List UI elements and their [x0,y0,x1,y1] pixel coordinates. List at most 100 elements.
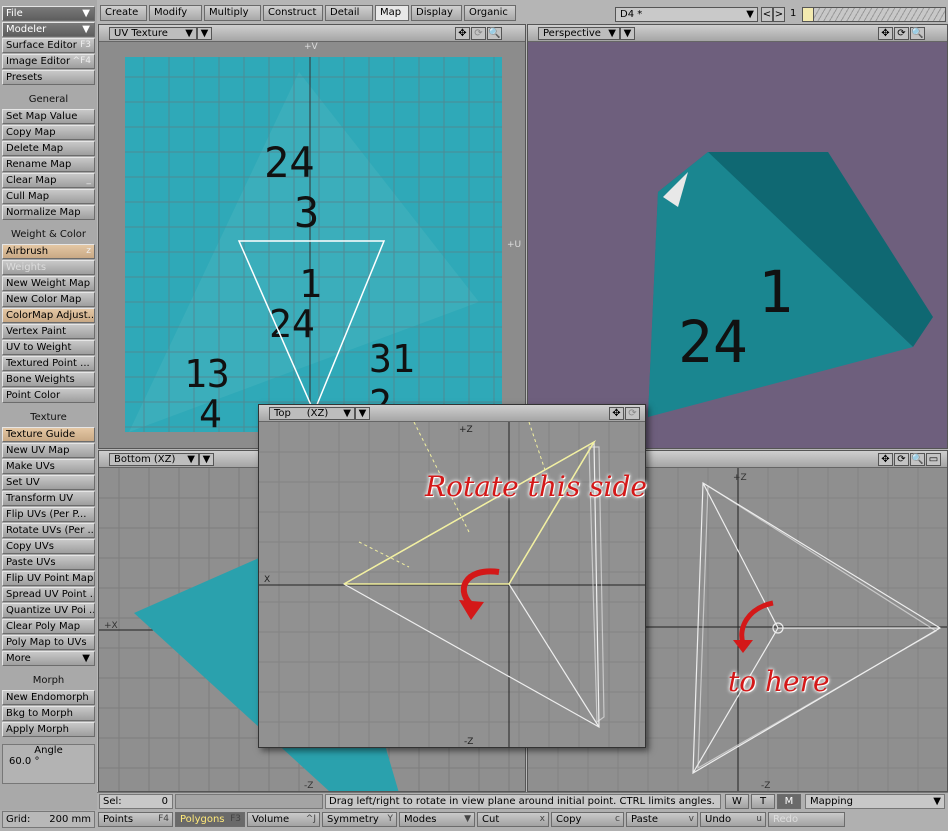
viewport-options-icon[interactable]: ▼ [197,27,212,40]
sidebar-item-file[interactable]: File ▼ [2,6,95,21]
sidebar-item-copy-map[interactable]: Copy Map [2,125,95,140]
top-popup-viewport[interactable]: Top (XZ) ▼ ▼ ✥ ⟳ +Z -Z X [258,404,646,748]
sidebar-item-rotate-uvs-per[interactable]: Rotate UVs (Per ... [2,523,95,538]
sidebar-item-flip-uvs-per-p[interactable]: Flip UVs (Per P... [2,507,95,522]
sidebar-item-apply-morph[interactable]: Apply Morph [2,722,95,737]
mode-t-button[interactable]: T [751,794,775,809]
zoom-view-icon[interactable]: 🔍 [487,27,502,40]
object-select[interactable]: D4 * ▼ [615,7,758,22]
viewport-options-icon[interactable]: ▼ [620,27,635,40]
sidebar-item-clear-poly-map[interactable]: Clear Poly Map [2,619,95,634]
tab-organic[interactable]: Organic [464,5,516,21]
view-type-dropdown[interactable]: UV Texture ▼ [109,27,197,40]
sidebar-item-more[interactable]: More ▼ [2,651,95,666]
tab-detail[interactable]: Detail [325,5,373,21]
zoom-view-icon[interactable]: 🔍 [910,27,925,40]
move-view-icon[interactable]: ✥ [878,27,893,40]
sidebar-item-set-map-value[interactable]: Set Map Value [2,109,95,124]
sidebar-item-vertex-paint[interactable]: Vertex Paint [2,324,95,339]
sidebar-item-textured-point[interactable]: Textured Point ... [2,356,95,371]
button-label: Paste [631,814,658,825]
axis-label-x: X [264,575,270,585]
sidebar-item-normalize-map[interactable]: Normalize Map [2,205,95,220]
sidebar-item-label: Weights [6,262,47,273]
sidebar-item-new-color-map[interactable]: New Color Map [2,292,95,307]
mapping-dropdown[interactable]: Mapping ▼ [805,794,945,809]
rotate-view-icon[interactable]: ⟳ [894,27,909,40]
sidebar-item-clear-map[interactable]: Clear Map _ [2,173,95,188]
button-label: Modes [404,814,437,825]
move-view-icon[interactable]: ✥ [455,27,470,40]
sidebar-item-airbrush[interactable]: Airbrush z [2,244,95,259]
rotate-view-icon[interactable]: ⟳ [625,407,640,420]
sidebar-item-image-editor[interactable]: Image Editor ^F4 [2,54,95,69]
sidebar-item-new-uv-map[interactable]: New UV Map [2,443,95,458]
mode-m-button[interactable]: M [777,794,801,809]
move-view-icon[interactable]: ✥ [609,407,624,420]
mode-w-button[interactable]: W [725,794,749,809]
sidebar-item-set-uv[interactable]: Set UV [2,475,95,490]
sidebar-item-weights: Weights [2,260,95,275]
chevron-down-icon: ▼ [82,653,90,664]
sidebar-item-surface-editor[interactable]: Surface Editor F3 [2,38,95,53]
cut-button[interactable]: Cut x [477,812,549,827]
next-object-button[interactable]: > [773,7,785,22]
sidebar-item-label: Poly Map to UVs [6,637,87,648]
sidebar-item-new-weight-map[interactable]: New Weight Map [2,276,95,291]
tab-display[interactable]: Display [411,5,462,21]
sidebar-item-rename-map[interactable]: Rename Map [2,157,95,172]
view-type-dropdown[interactable]: Bottom (XZ) ▼ [109,453,199,466]
view-type-dropdown[interactable]: Top (XZ) ▼ [269,407,355,420]
view-type-dropdown[interactable]: Perspective ▼ [538,27,620,40]
sidebar-item-flip-uv-point-map[interactable]: Flip UV Point Map [2,571,95,586]
sidebar-item-presets[interactable]: Presets [2,70,95,85]
sidebar-item-bkg-to-morph[interactable]: Bkg to Morph [2,706,95,721]
tab-map[interactable]: Map [375,5,409,21]
sidebar-item-cull-map[interactable]: Cull Map [2,189,95,204]
sidebar-item-colormap-adjust[interactable]: ColorMap Adjust... [2,308,95,323]
sidebar-item-new-endomorph[interactable]: New Endomorph [2,690,95,705]
sidebar-item-point-color[interactable]: Point Color [2,388,95,403]
tab-construct[interactable]: Construct [263,5,323,21]
points-button[interactable]: Points F4 [98,812,173,827]
tab-modify[interactable]: Modify [149,5,202,21]
rotate-view-icon[interactable]: ⟳ [471,27,486,40]
undo-button[interactable]: Undo u [700,812,766,827]
polygons-button[interactable]: Polygons F3 [175,812,245,827]
perspective-viewport[interactable]: Perspective ▼ ▼ ✥ ⟳ 🔍 1 24 [527,24,948,449]
maximize-view-icon[interactable]: ▭ [926,453,941,466]
sidebar-item-texture-guide[interactable]: Texture Guide [2,427,95,442]
move-view-icon[interactable]: ✥ [878,453,893,466]
sidebar-item-quantize-uv-poi[interactable]: Quantize UV Poi ... [2,603,95,618]
modes-button[interactable]: Modes ▼ [399,812,475,827]
viewport-options-icon[interactable]: ▼ [199,453,214,466]
volume-button[interactable]: Volume ^J [247,812,320,827]
section-heading: General [28,94,69,105]
sidebar-item-delete-map[interactable]: Delete Map [2,141,95,156]
sidebar-item-bone-weights[interactable]: Bone Weights [2,372,95,387]
sidebar-item-poly-map-to-uvs[interactable]: Poly Map to UVs [2,635,95,650]
symmetry-button[interactable]: Symmetry Y [322,812,397,827]
viewport-options-icon[interactable]: ▼ [355,407,370,420]
layer-buttons[interactable] [802,7,946,22]
wtm-buttons[interactable]: WTM [725,794,803,809]
shortcut-key: Y [387,814,394,824]
tab-create[interactable]: Create [100,5,147,21]
rotate-view-icon[interactable]: ⟳ [894,453,909,466]
angle-field[interactable]: Angle 60.0 ° [2,744,95,784]
sidebar-item-transform-uv[interactable]: Transform UV [2,491,95,506]
sidebar-item-make-uvs[interactable]: Make UVs [2,459,95,474]
sidebar-item-spread-uv-point[interactable]: Spread UV Point ... [2,587,95,602]
sidebar-item-uv-to-weight[interactable]: UV to Weight [2,340,95,355]
paste-button[interactable]: Paste v [626,812,698,827]
zoom-view-icon[interactable]: 🔍 [910,453,925,466]
svg-text:1: 1 [758,258,793,326]
tab-multiply[interactable]: Multiply [204,5,261,21]
prev-object-button[interactable]: < [761,7,773,22]
sidebar-item-label: File [6,8,23,19]
sidebar-item-paste-uvs[interactable]: Paste UVs [2,555,95,570]
uv-texture-viewport[interactable]: UV Texture ▼ ▼ ✥ ⟳ 🔍 +V +U 24 3 1 24 1​3 … [98,24,526,449]
sidebar-item-copy-uvs[interactable]: Copy UVs [2,539,95,554]
copy-button[interactable]: Copy c [551,812,624,827]
sidebar-item-modeler[interactable]: Modeler ▼ [2,22,95,37]
